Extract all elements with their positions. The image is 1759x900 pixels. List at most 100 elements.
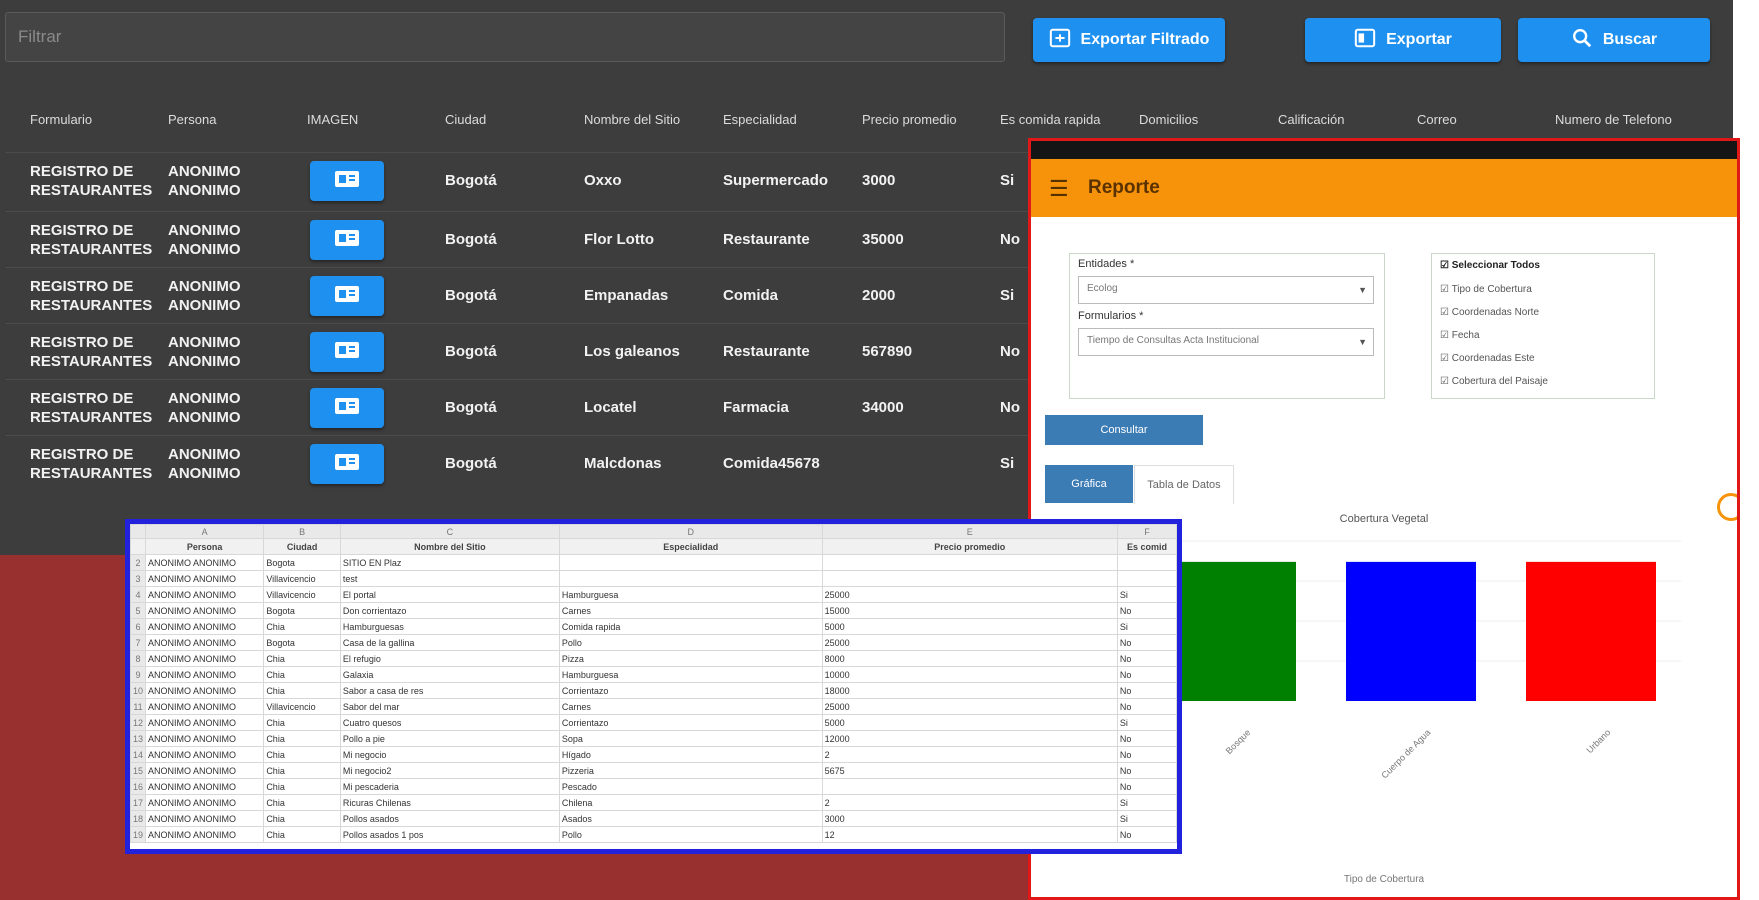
col-header-calificacion[interactable]: Calificación <box>1278 112 1344 127</box>
sheet-cell[interactable]: Es comid <box>1116 538 1177 555</box>
sheet-cell[interactable]: Ciudad <box>263 538 341 555</box>
sheet-cell[interactable]: Carnes <box>558 698 823 715</box>
sheet-cell[interactable]: F <box>1116 524 1177 539</box>
filter-input[interactable] <box>5 12 1005 62</box>
sheet-cell[interactable]: Pollo a pie <box>339 730 560 747</box>
sheet-cell[interactable]: Bogota <box>263 634 341 651</box>
drag-handle[interactable] <box>1717 493 1737 521</box>
sheet-cell[interactable]: Chia <box>263 714 341 731</box>
sheet-cell[interactable]: ANONIMO ANONIMO <box>145 778 265 795</box>
col-header-domicilios[interactable]: Domicilios <box>1139 112 1198 127</box>
sheet-cell[interactable]: No <box>1116 762 1177 779</box>
sheet-cell[interactable]: ANONIMO ANONIMO <box>145 682 265 699</box>
sheet-cell[interactable]: ANONIMO ANONIMO <box>145 602 265 619</box>
entities-select[interactable]: Ecolog ▼ <box>1078 276 1374 304</box>
sheet-cell[interactable]: 18000 <box>821 682 1118 699</box>
sheet-row[interactable]: 19 ANONIMO ANONIMO Chia Pollos asados 1 pos… <box>130 826 1177 843</box>
row-number[interactable]: 4 <box>130 586 147 603</box>
sheet-cell[interactable]: Hamburguesa <box>558 586 823 603</box>
sheet-cell[interactable]: 25000 <box>821 698 1118 715</box>
sheet-cell[interactable]: No <box>1116 746 1177 763</box>
sheet-cell[interactable]: ANONIMO ANONIMO <box>145 554 265 571</box>
sheet-cell[interactable]: ANONIMO ANONIMO <box>145 634 265 651</box>
sheet-cell[interactable]: Pizzeria <box>558 762 823 779</box>
row-number[interactable]: 5 <box>130 602 147 619</box>
sheet-cell[interactable]: No <box>1116 682 1177 699</box>
chart-bar-2[interactable] <box>1526 561 1656 701</box>
sheet-cell[interactable]: Bogota <box>263 602 341 619</box>
sheet-cell[interactable]: No <box>1116 778 1177 795</box>
sheet-cell[interactable]: Villavicencio <box>263 698 341 715</box>
sheet-cell[interactable]: ANONIMO ANONIMO <box>145 666 265 683</box>
sheet-cell[interactable]: Chia <box>263 778 341 795</box>
sheet-cell[interactable]: Nombre del Sitio <box>339 538 560 555</box>
row-number[interactable]: 7 <box>130 634 147 651</box>
sheet-header-row[interactable]: Persona Ciudad Nombre del Sitio Especialida… <box>130 538 1177 555</box>
sheet-cell[interactable]: Chia <box>263 618 341 635</box>
tab-tabla-datos[interactable]: Tabla de Datos <box>1134 465 1234 504</box>
sheet-cell[interactable]: Si <box>1116 794 1177 811</box>
sheet-cell[interactable]: Sabor del mar <box>339 698 560 715</box>
sheet-cell[interactable]: Villavicencio <box>263 586 341 603</box>
sheet-cell[interactable]: 12 <box>821 826 1118 843</box>
col-header-comida-rapida[interactable]: Es comida rapida <box>1000 112 1100 127</box>
sheet-cell[interactable]: Carnes <box>558 602 823 619</box>
image-button[interactable] <box>310 276 384 316</box>
sheet-row[interactable]: 17 ANONIMO ANONIMO Chia Ricuras Chilenas Chi… <box>130 794 1177 811</box>
row-number[interactable]: 17 <box>130 794 147 811</box>
sheet-row[interactable]: 7 ANONIMO ANONIMO Bogota Casa de la gallina… <box>130 634 1177 651</box>
sheet-cell[interactable]: ANONIMO ANONIMO <box>145 586 265 603</box>
field-checkbox[interactable]: ☑ Cobertura del Paisaje <box>1440 376 1548 387</box>
sheet-cell[interactable]: Corrientazo <box>558 714 823 731</box>
sheet-cell[interactable]: Si <box>1116 586 1177 603</box>
sheet-cell[interactable]: ANONIMO ANONIMO <box>145 698 265 715</box>
image-button[interactable] <box>310 332 384 372</box>
field-checkbox[interactable]: ☑ Coordenadas Este <box>1440 353 1535 364</box>
sheet-cell[interactable]: 5000 <box>821 714 1118 731</box>
sheet-cell[interactable]: Persona <box>145 538 265 555</box>
sheet-cell[interactable]: C <box>339 524 560 539</box>
sheet-cell[interactable]: No <box>1116 650 1177 667</box>
sheet-row[interactable]: 4 ANONIMO ANONIMO Villavicencio El portal Ha… <box>130 586 1177 603</box>
sheet-cell[interactable]: Mi negocio <box>339 746 560 763</box>
sheet-cell[interactable]: test <box>339 570 560 587</box>
forms-select[interactable]: Tiempo de Consultas Acta Institucional ▼ <box>1078 328 1374 356</box>
sheet-row[interactable]: 11 ANONIMO ANONIMO Villavicencio Sabor del … <box>130 698 1177 715</box>
col-header-nombre-sitio[interactable]: Nombre del Sitio <box>584 112 680 127</box>
sheet-cell[interactable]: No <box>1116 602 1177 619</box>
sheet-cell[interactable]: Chia <box>263 794 341 811</box>
sheet-cell[interactable]: Galaxia <box>339 666 560 683</box>
row-number[interactable]: 8 <box>130 650 147 667</box>
sheet-cell[interactable]: ANONIMO ANONIMO <box>145 810 265 827</box>
col-header-precio[interactable]: Precio promedio <box>862 112 957 127</box>
sheet-row[interactable]: 10 ANONIMO ANONIMO Chia Sabor a casa de res… <box>130 682 1177 699</box>
col-header-telefono[interactable]: Numero de Telefono <box>1555 112 1672 127</box>
sheet-cell[interactable]: 25000 <box>821 586 1118 603</box>
sheet-cell[interactable]: Sabor a casa de res <box>339 682 560 699</box>
sheet-row[interactable]: 14 ANONIMO ANONIMO Chia Mi negocio Hígado 2 No <box>130 746 1177 763</box>
sheet-cell[interactable]: Villavicencio <box>263 570 341 587</box>
sheet-cell[interactable]: Mi negocio2 <box>339 762 560 779</box>
sheet-cell[interactable]: ANONIMO ANONIMO <box>145 746 265 763</box>
sheet-cell[interactable]: Sopa <box>558 730 823 747</box>
sheet-cell[interactable]: Precio promedio <box>821 538 1118 555</box>
field-checkbox[interactable]: ☑ Tipo de Cobertura <box>1440 284 1532 295</box>
sheet-cell[interactable]: Especialidad <box>558 538 823 555</box>
sheet-cell[interactable]: Chia <box>263 650 341 667</box>
sheet-cell[interactable] <box>130 538 147 555</box>
sheet-cell[interactable]: Mi pescaderia <box>339 778 560 795</box>
row-number[interactable]: 11 <box>130 698 147 715</box>
row-number[interactable]: 14 <box>130 746 147 763</box>
sheet-cell[interactable]: ANONIMO ANONIMO <box>145 730 265 747</box>
sheet-cell[interactable]: D <box>558 524 823 539</box>
row-number[interactable]: 18 <box>130 810 147 827</box>
select-all-checkbox[interactable]: ☑ Seleccionar Todos <box>1440 260 1540 271</box>
sheet-cell[interactable]: Hamburguesas <box>339 618 560 635</box>
sheet-cell[interactable]: Ricuras Chilenas <box>339 794 560 811</box>
row-number[interactable]: 19 <box>130 826 147 843</box>
row-number[interactable]: 6 <box>130 618 147 635</box>
sheet-row[interactable]: 16 ANONIMO ANONIMO Chia Mi pescaderia Pescad… <box>130 778 1177 795</box>
sheet-cell[interactable]: Casa de la gallina <box>339 634 560 651</box>
sheet-cell[interactable]: Pollo <box>558 634 823 651</box>
sheet-column-letters[interactable]: ABCDEF <box>130 524 1177 539</box>
